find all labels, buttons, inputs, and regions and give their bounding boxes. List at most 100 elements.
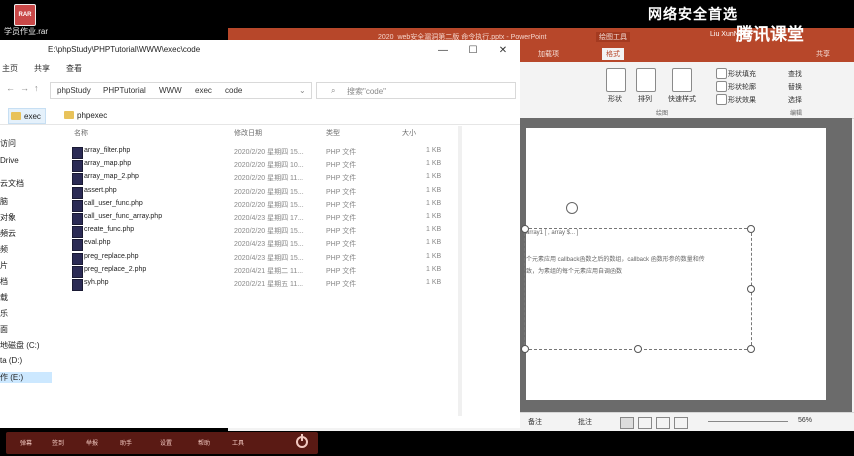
forward-arrow-icon[interactable]: → <box>20 83 29 93</box>
tab-format[interactable]: 格式 <box>602 48 624 60</box>
selected-textbox[interactable] <box>524 228 752 350</box>
sidebar-item[interactable]: 访问 <box>0 138 16 149</box>
tab-exec[interactable]: exec <box>8 108 46 124</box>
sidebar-item[interactable]: 频 <box>0 244 8 255</box>
table-row[interactable]: array_map.php 2020/2/20 星期四 10... PHP 文件 1 … <box>66 159 456 173</box>
search-input[interactable]: ⌕ 搜索"code" <box>316 82 516 99</box>
table-row[interactable]: array_filter.php 2020/2/20 星期四 15... PHP 文… <box>66 146 456 159</box>
normal-view-icon[interactable] <box>620 417 634 429</box>
shape-fill-icon[interactable] <box>716 68 727 79</box>
sidebar-item[interactable]: 頻云 <box>0 228 16 239</box>
address-dropdown-icon[interactable]: ⌄ <box>299 86 306 95</box>
navigation-pane: 访问 Drive 云文档 脑 对象 頻云 频 片 档 载 乐 面 地磁盘 (C:… <box>0 126 54 426</box>
shapes-button[interactable]: 形状 <box>608 94 622 104</box>
sidebar-item[interactable]: 乐 <box>0 308 8 319</box>
table-row[interactable]: preg_replace_2.php 2020/4/21 星期二 11... PHP… <box>66 265 456 278</box>
maximize-icon[interactable]: ☐ <box>458 42 488 58</box>
quick-styles-button[interactable]: 快速样式 <box>668 94 696 104</box>
file-name: syh.php <box>84 279 109 286</box>
zoom-slider[interactable] <box>708 421 788 422</box>
desktop-rar-icon[interactable]: RAR 学员作业.rar <box>4 4 48 36</box>
table-row[interactable]: call_user_func_array.php 2020/4/23 星期四 17… <box>66 212 456 225</box>
table-row[interactable]: eval.php 2020/4/23 星期四 15... PHP 文件 1 KB <box>66 238 456 252</box>
comments-button[interactable]: 批注 <box>578 417 592 427</box>
slide-sorter-icon[interactable] <box>638 417 652 429</box>
file-size: 1 KB <box>426 186 442 194</box>
shapes-icon[interactable] <box>606 68 626 92</box>
sidebar-item-drive-c[interactable]: 地磁盘 (C:) <box>0 340 40 351</box>
slideshow-icon[interactable] <box>674 417 688 429</box>
address-bar[interactable]: phpStudy PHPTutorial WWW exec code ⌄ <box>50 82 312 99</box>
column-header-type[interactable]: 类型 <box>326 128 340 138</box>
sidebar-item-drive-e[interactable]: 作 (E:) <box>0 372 52 383</box>
breadcrumb-item[interactable]: WWW <box>159 86 182 95</box>
shape-outline-button[interactable]: 形状轮廓 <box>728 82 756 92</box>
close-icon[interactable]: ✕ <box>488 42 518 58</box>
shape-fill-button[interactable]: 形状填充 <box>728 69 756 79</box>
sidebar-item[interactable]: 云文档 <box>0 178 24 189</box>
resize-handle[interactable] <box>521 225 529 233</box>
shape-outline-icon[interactable] <box>716 81 727 92</box>
column-header-date[interactable]: 修改日期 <box>234 128 262 138</box>
column-header-name[interactable]: 名称 <box>74 128 88 138</box>
table-row[interactable]: preg_replace.php 2020/4/23 星期四 15... PHP 文… <box>66 252 456 265</box>
arrange-button[interactable]: 排列 <box>638 94 652 104</box>
live-toolbar: 弹幕 签到 举报 助手 设置 帮助 工具 <box>6 432 318 454</box>
breadcrumb-item[interactable]: phpStudy <box>57 86 91 95</box>
rotate-handle-icon[interactable] <box>566 202 578 214</box>
resize-handle[interactable] <box>521 345 529 353</box>
shape-effects-icon[interactable] <box>716 94 727 105</box>
toolbar-report-button[interactable]: 举报 <box>86 438 98 447</box>
file-size: 1 KB <box>426 147 442 154</box>
file-type: PHP 文件 <box>326 162 357 170</box>
quick-styles-icon[interactable] <box>672 68 692 92</box>
column-header-size[interactable]: 大小 <box>402 128 416 138</box>
up-arrow-icon[interactable]: ↑ <box>34 83 39 93</box>
toolbar-settings-button[interactable]: 设置 <box>160 438 172 447</box>
sidebar-item[interactable]: 载 <box>0 292 8 303</box>
toolbar-tools-button[interactable]: 工具 <box>232 438 244 447</box>
table-row[interactable]: assert.php 2020/2/20 星期四 15... PHP 文件 1 KB <box>66 186 456 199</box>
toolbar-signin-button[interactable]: 签到 <box>52 438 64 447</box>
breadcrumb-item[interactable]: code <box>225 86 242 95</box>
resize-handle[interactable] <box>634 345 642 353</box>
sidebar-item[interactable]: 档 <box>0 276 8 287</box>
shape-effects-button[interactable]: 形状效果 <box>728 95 756 105</box>
minimize-icon[interactable]: — <box>428 42 458 58</box>
share-button[interactable]: 共享 <box>816 49 830 59</box>
menu-view[interactable]: 查看 <box>66 63 82 74</box>
power-icon[interactable] <box>296 434 308 448</box>
breadcrumb-item[interactable]: PHPTutorial <box>103 86 146 95</box>
notes-button[interactable]: 备注 <box>528 417 542 427</box>
tab-phpexec[interactable]: phpexec <box>62 108 111 122</box>
sidebar-item[interactable]: 面 <box>0 324 8 335</box>
reading-view-icon[interactable] <box>656 417 670 429</box>
resize-handle[interactable] <box>747 285 755 293</box>
select-button[interactable]: 选择 <box>788 95 802 105</box>
sidebar-item[interactable]: 片 <box>0 260 8 271</box>
table-row[interactable]: array_map_2.php 2020/2/20 星期四 11... PHP 文件… <box>66 172 456 186</box>
resize-handle[interactable] <box>747 345 755 353</box>
sidebar-item[interactable]: Drive <box>0 156 19 165</box>
find-button[interactable]: 查找 <box>788 69 802 79</box>
sidebar-item-drive-d[interactable]: ta (D:) <box>0 356 22 365</box>
table-row[interactable]: call_user_func.php 2020/2/20 星期四 15... PHP… <box>66 199 456 212</box>
toolbar-assistant-button[interactable]: 助手 <box>120 438 132 447</box>
zoom-level[interactable]: 56% <box>798 417 812 424</box>
menu-share[interactable]: 共享 <box>34 63 50 74</box>
sidebar-item[interactable]: 对象 <box>0 212 16 223</box>
tab-addins[interactable]: 加载项 <box>538 49 559 59</box>
back-arrow-icon[interactable]: ← <box>6 83 15 93</box>
replace-button[interactable]: 替换 <box>788 82 802 92</box>
php-file-icon <box>72 147 83 159</box>
arrange-icon[interactable] <box>636 68 656 92</box>
resize-handle[interactable] <box>747 225 755 233</box>
breadcrumb-item[interactable]: exec <box>195 86 212 95</box>
menu-home[interactable]: 主页 <box>2 63 18 74</box>
table-row[interactable]: syh.php 2020/2/21 星期五 11... PHP 文件 1 KB <box>66 278 456 291</box>
toolbar-help-button[interactable]: 帮助 <box>198 438 210 447</box>
toolbar-danmaku-button[interactable]: 弹幕 <box>20 438 32 447</box>
table-row[interactable]: create_func.php 2020/2/20 星期四 15... PHP 文件… <box>66 225 456 239</box>
vertical-scrollbar[interactable] <box>458 126 462 416</box>
sidebar-item[interactable]: 脑 <box>0 196 8 207</box>
